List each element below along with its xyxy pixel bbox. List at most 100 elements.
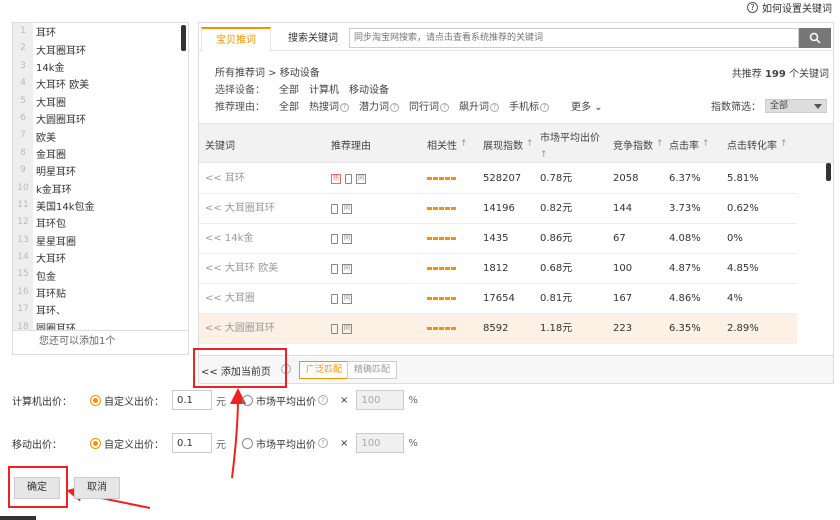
relevance-bar (427, 297, 432, 300)
pc-custom-radio[interactable] (90, 394, 101, 406)
cell-impressions: 1435 (483, 233, 509, 244)
relevance-bar (445, 267, 450, 270)
cell-keyword[interactable]: << 耳环 (205, 164, 245, 194)
list-item[interactable]: 13 星星耳圈 (13, 231, 188, 250)
table-row[interactable]: << 大圆圈耳环 8592 1.18元 223 6.35% 2.89% 同 (199, 314, 797, 344)
cell-avg-bid: 0.78元 (540, 173, 573, 184)
mobile-bid-input[interactable] (172, 433, 212, 453)
index-filter-label: 指数筛选： (711, 102, 761, 113)
list-item-keyword: 金耳圈 (36, 149, 66, 161)
list-item-number: 3 (13, 57, 33, 76)
mobile-custom-radio[interactable] (90, 437, 101, 449)
reason-all[interactable]: 全部 (279, 98, 299, 113)
list-scrollbar[interactable] (181, 25, 186, 51)
list-item[interactable]: 9 明星耳环 (13, 162, 188, 180)
list-item-number: 10 (13, 179, 33, 197)
cell-keyword[interactable]: << 大耳环 欧美 (205, 254, 278, 284)
list-item[interactable]: 5 大耳圈 (13, 92, 188, 110)
more-button[interactable]: 更多 ⌄ (571, 98, 603, 113)
broad-match-button[interactable]: 广泛匹配 (299, 361, 350, 379)
list-item[interactable]: 7 欧美 (13, 127, 188, 145)
list-item[interactable]: 4 大耳环 欧美 (13, 75, 188, 93)
tab-item-recommend[interactable]: 宝贝推词 (201, 27, 271, 52)
sort-arrow-icon: ↑ (526, 139, 534, 149)
reason-peer[interactable]: 同行词? (409, 98, 449, 113)
cell-cvr: 0% (727, 233, 743, 244)
list-item-keyword: 明星耳环 (36, 167, 76, 179)
list-item-keyword: 耳环贴 (36, 289, 66, 301)
cell-keyword[interactable]: << 大耳圈耳环 (205, 194, 275, 224)
cell-relevance (427, 254, 456, 284)
list-item[interactable]: 14 大耳环 (13, 249, 188, 267)
list-item-keyword: 美国14k包金 (36, 202, 95, 214)
device-all[interactable]: 全部 (279, 81, 299, 96)
cancel-button[interactable]: 取消 (74, 477, 120, 499)
reason-potential[interactable]: 潜力词? (359, 98, 399, 113)
th-cvr[interactable]: 点击转化率 ↑ (727, 124, 788, 164)
reason-rising[interactable]: 飙升词? (459, 98, 499, 113)
pc-percent-input[interactable] (356, 390, 405, 410)
list-item-number: 4 (13, 75, 33, 93)
th-impressions[interactable]: 展现指数 ↑ (483, 124, 534, 164)
list-item[interactable]: 16 耳环贴 (13, 283, 188, 302)
pc-percent-unit: % (408, 394, 418, 406)
exact-match-button[interactable]: 精确匹配 (347, 361, 398, 379)
table-row[interactable]: << 14k金 1435 0.86元 67 4.08% 0% 同 (199, 224, 797, 254)
list-item[interactable]: 2 大耳圈耳环 (13, 40, 188, 58)
pc-market-radio[interactable] (242, 394, 253, 406)
device-mobile[interactable]: 移动设备 (349, 81, 389, 96)
cell-keyword[interactable]: << 14k金 (205, 224, 253, 254)
list-item-keyword: 大耳圈 (36, 97, 66, 109)
th-ctr[interactable]: 点击率 ↑ (669, 124, 710, 164)
list-item[interactable]: 6 大圆圈耳环 (13, 109, 188, 128)
list-item[interactable]: 3 14k金 (13, 57, 188, 76)
table-row[interactable]: << 大耳圈 17654 0.81元 167 4.86% 4% 同 (199, 284, 797, 314)
confirm-button[interactable]: 确定 (14, 477, 60, 499)
table-row[interactable]: << 大耳圈耳环 14196 0.82元 144 3.73% 0.62% 同 (199, 194, 797, 224)
list-item[interactable]: 17 耳环、 (13, 301, 188, 319)
cell-ctr: 4.08% (669, 233, 701, 244)
th-competition[interactable]: 竞争指数 ↑ (613, 124, 664, 164)
list-item-keyword: 大耳圈耳环 (36, 45, 86, 57)
mobile-percent-input[interactable] (356, 433, 405, 453)
cell-keyword[interactable]: << 大耳圈 (205, 284, 255, 314)
reason-hot[interactable]: 热搜词? (309, 98, 349, 113)
pc-bid-input[interactable] (172, 390, 212, 410)
table-scrollbar[interactable] (826, 163, 831, 181)
hot-icon: 热 (331, 174, 341, 184)
table-row[interactable]: << 大耳环 欧美 1812 0.68元 100 4.87% 4.85% 同 (199, 254, 797, 284)
search-input[interactable] (349, 28, 799, 48)
cell-keyword[interactable]: << 大圆圈耳环 (205, 314, 275, 344)
list-item[interactable]: 12 耳环包 (13, 214, 188, 232)
search-button[interactable] (799, 28, 831, 48)
relevance-bar (445, 207, 450, 210)
cell-reason: 热同 (331, 164, 366, 194)
list-item[interactable]: 11 美国14k包金 (13, 196, 188, 215)
mobile-market-radio[interactable] (242, 437, 253, 449)
index-filter-select[interactable]: 全部 (765, 98, 827, 113)
list-item[interactable]: 8 金耳圈 (13, 144, 188, 163)
th-relevance[interactable]: 相关性 ↑ (427, 124, 468, 164)
cell-competition: 100 (613, 263, 633, 274)
help-link[interactable]: ? 如何设置关键词 (747, 0, 832, 15)
list-item[interactable]: 15 包金 (13, 266, 188, 284)
question-icon: ? (318, 395, 328, 405)
list-item-number: 8 (13, 144, 33, 163)
cell-ctr: 4.86% (669, 293, 701, 304)
keyword-list-body[interactable]: 1 耳环 2 大耳圈耳环 3 14k金 4 大耳环 欧美 5 大耳圈 6 大圆圈耳环 7 欧美 8 金耳圈 9 明… (13, 23, 188, 331)
list-item[interactable]: 1 耳环 (13, 23, 188, 41)
tab-search-keyword[interactable]: 搜索关键词 (283, 27, 343, 51)
list-item[interactable]: 10 k金耳环 (13, 179, 188, 197)
relevance-bar (427, 267, 432, 270)
cell-ctr: 4.87% (669, 263, 701, 274)
cell-reason: 同 (331, 254, 352, 284)
table-row[interactable]: << 耳环 528207 0.78元 2058 6.37% 5.81% 热同 (199, 164, 797, 194)
cell-reason: 同 (331, 194, 352, 224)
mobile-bid-row: 移动出价： 自定义出价： 元 市场平均出价 ? × % (12, 432, 418, 454)
reason-mobile[interactable]: 手机标? (509, 98, 549, 113)
table-footer: << 添加当前页 ? 广泛匹配 精确匹配 (199, 355, 833, 383)
th-avg-bid[interactable]: 市场平均出价 ↑ (540, 124, 600, 164)
device-pc[interactable]: 计算机 (309, 81, 339, 96)
list-item-number: 12 (13, 214, 33, 232)
list-item-keyword: 大圆圈耳环 (36, 115, 86, 127)
